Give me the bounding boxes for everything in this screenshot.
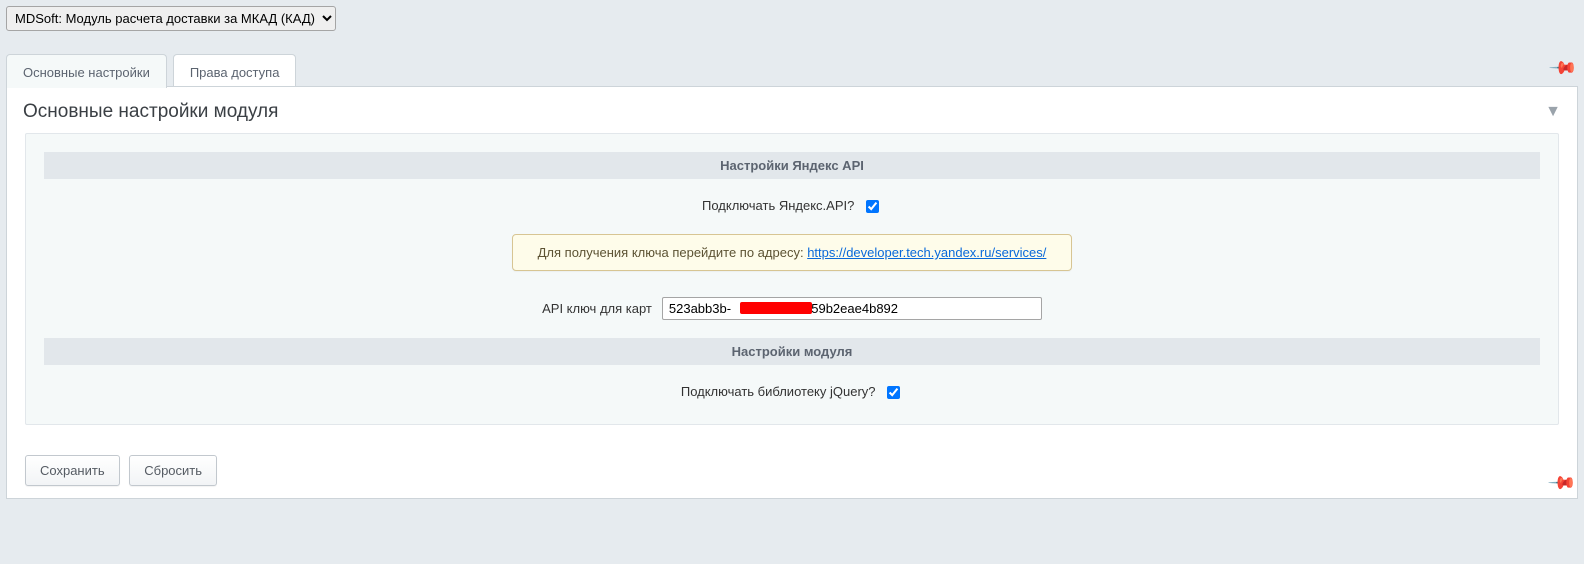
- tabs-container: Основные настройки Права доступа 📌: [6, 53, 1578, 87]
- module-select[interactable]: MDSoft: Модуль расчета доставки за МКАД …: [6, 6, 336, 31]
- connect-yandex-label: Подключать Яндекс.API?: [702, 198, 854, 213]
- redacted-block: [740, 302, 812, 314]
- panel-header: Основные настройки модуля ▼: [7, 87, 1577, 133]
- apikey-input[interactable]: [662, 297, 1042, 320]
- tab-access-rights[interactable]: Права доступа: [173, 54, 297, 88]
- section-heading-module: Настройки модуля: [44, 338, 1540, 365]
- apikey-notice: Для получения ключа перейдите по адресу:…: [512, 234, 1072, 271]
- module-select-container: MDSoft: Модуль расчета доставки за МКАД …: [6, 6, 1578, 31]
- row-apikey: API ключ для карт: [44, 297, 1540, 320]
- section-heading-yandex: Настройки Яндекс API: [44, 152, 1540, 179]
- notice-prefix: Для получения ключа перейдите по адресу:: [538, 245, 808, 260]
- save-button[interactable]: Сохранить: [25, 455, 120, 486]
- pin-icon[interactable]: 📌: [1547, 469, 1576, 498]
- notice-link[interactable]: https://developer.tech.yandex.ru/service…: [807, 245, 1046, 260]
- row-connect-jquery: Подключать библиотеку jQuery?: [44, 383, 1540, 402]
- row-connect-yandex: Подключать Яндекс.API?: [44, 197, 1540, 216]
- connect-jquery-checkbox[interactable]: [887, 386, 900, 399]
- reset-button[interactable]: Сбросить: [129, 455, 217, 486]
- form-area: Настройки Яндекс API Подключать Яндекс.A…: [25, 133, 1559, 425]
- settings-panel: Основные настройки модуля ▼ Настройки Ян…: [6, 86, 1578, 499]
- connect-jquery-label: Подключать библиотеку jQuery?: [681, 384, 876, 399]
- panel-title: Основные настройки модуля: [23, 101, 278, 123]
- connect-yandex-checkbox[interactable]: [866, 200, 879, 213]
- tab-main-settings[interactable]: Основные настройки: [6, 54, 167, 88]
- collapse-icon[interactable]: ▼: [1545, 103, 1561, 121]
- apikey-label: API ключ для карт: [542, 301, 652, 316]
- button-row: Сохранить Сбросить 📌: [7, 443, 1577, 498]
